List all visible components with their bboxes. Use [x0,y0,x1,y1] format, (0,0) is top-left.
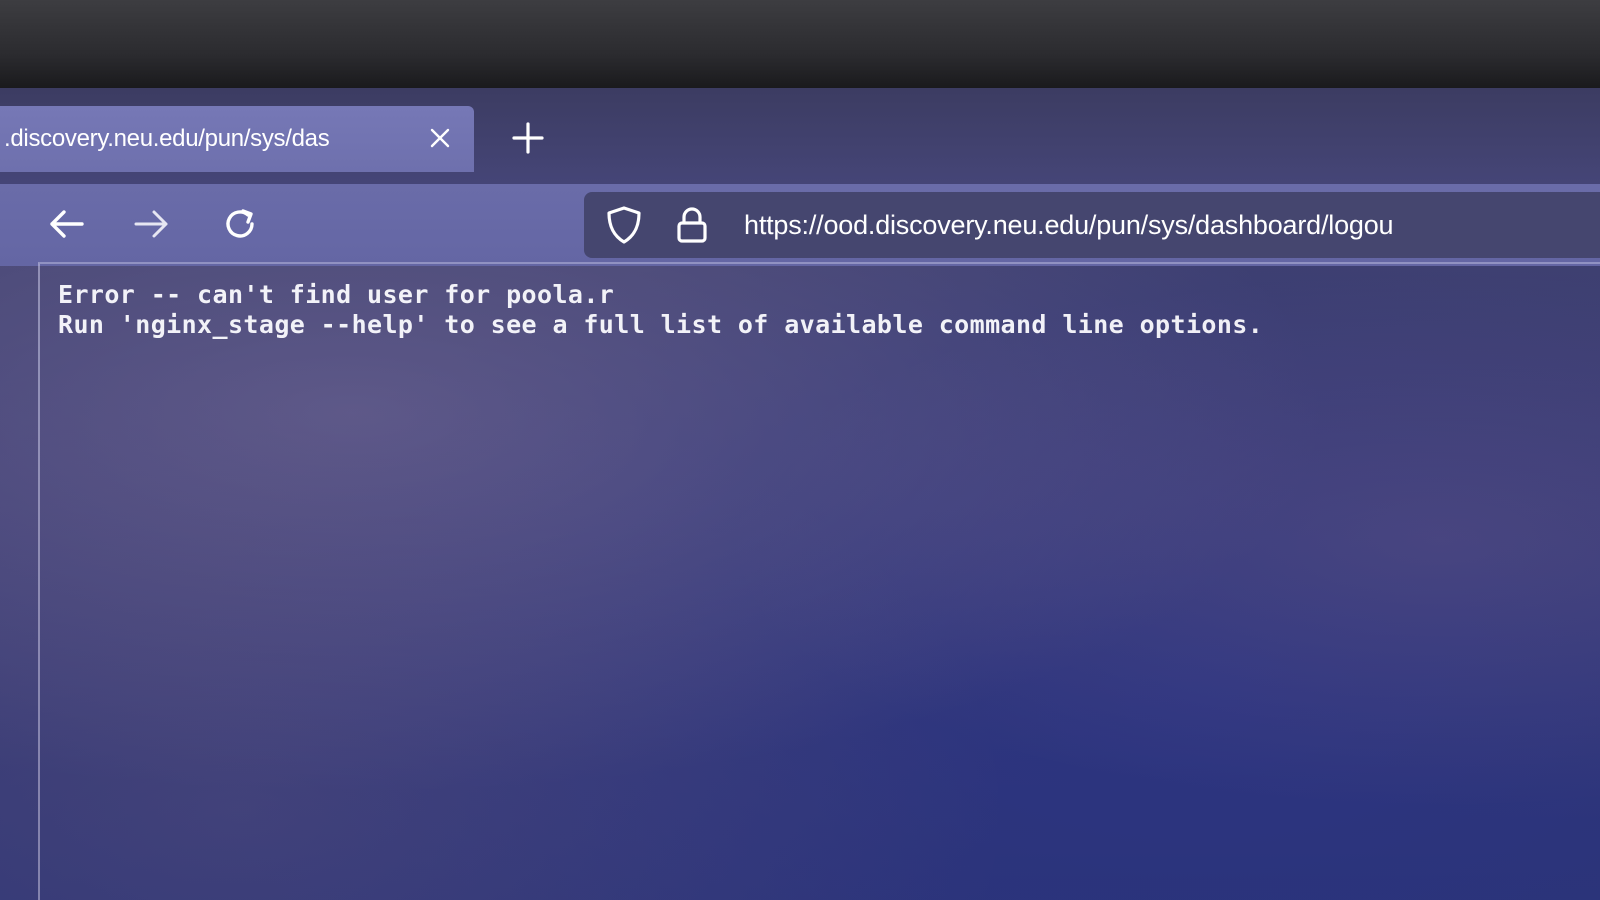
forward-button[interactable] [130,204,174,248]
arrow-left-icon [46,208,86,245]
new-tab-button[interactable] [508,120,548,160]
back-button[interactable] [44,204,88,248]
browser-window: .discovery.neu.edu/pun/sys/das https://o… [0,88,1600,900]
address-bar[interactable]: https://ood.discovery.neu.edu/pun/sys/da… [584,192,1600,258]
reload-button[interactable] [218,204,262,248]
error-output: Error -- can't find user for poola.r Run… [58,280,1263,340]
help-hint-line: Run 'nginx_stage --help' to see a full l… [58,310,1264,339]
arrow-right-icon [132,208,172,245]
page-content: Error -- can't find user for poola.r Run… [38,262,1600,900]
navigation-toolbar: https://ood.discovery.neu.edu/pun/sys/da… [0,184,1600,266]
reload-icon [221,205,259,248]
error-line: Error -- can't find user for poola.r [58,280,615,309]
url-text: https://ood.discovery.neu.edu/pun/sys/da… [744,209,1394,240]
lock-icon[interactable] [670,203,714,247]
tab-strip: .discovery.neu.edu/pun/sys/das [0,88,1600,184]
browser-tab-active[interactable]: .discovery.neu.edu/pun/sys/das [0,106,474,172]
shield-icon[interactable] [602,203,646,247]
close-icon[interactable] [426,124,454,152]
laptop-bezel [0,0,1600,100]
tab-title: .discovery.neu.edu/pun/sys/das [4,125,330,152]
plus-icon [511,121,545,160]
